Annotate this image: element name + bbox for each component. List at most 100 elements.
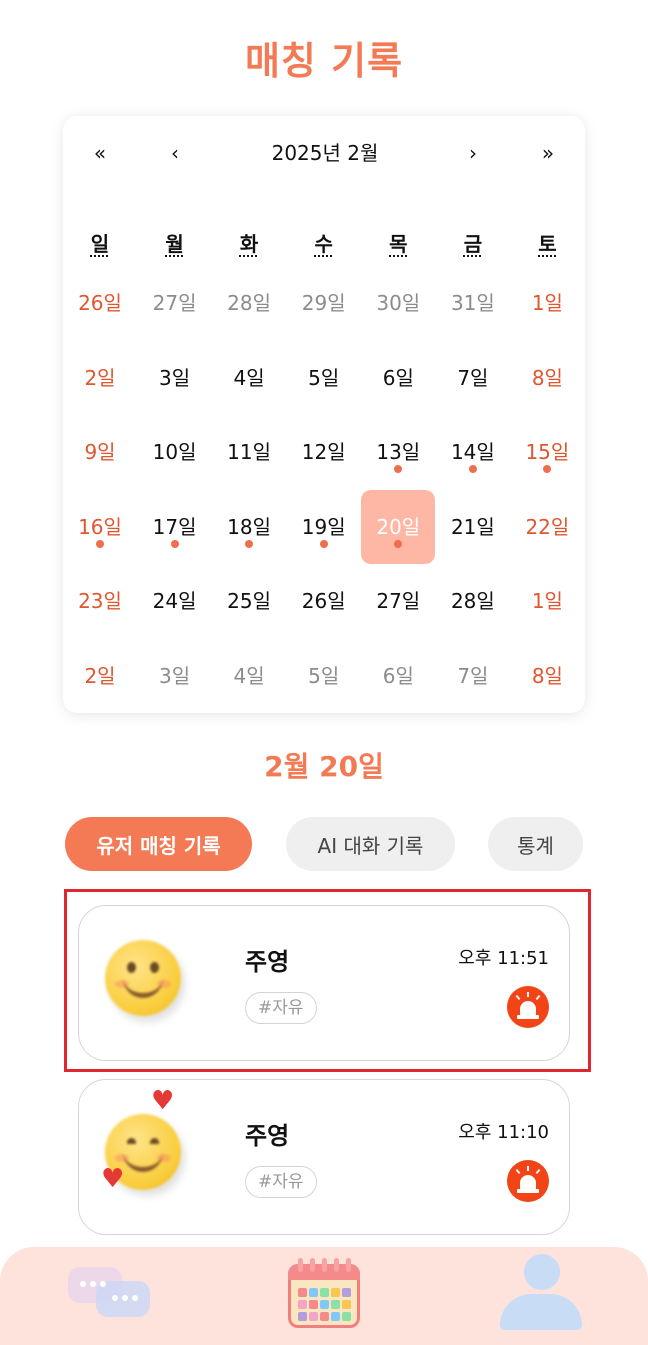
calendar-day[interactable]: 25일 <box>212 564 286 638</box>
calendar-day-label: 7일 <box>457 663 489 688</box>
calendar-day[interactable]: 1일 <box>510 266 584 340</box>
prev-year-button[interactable]: « <box>80 138 120 168</box>
report-siren-icon[interactable] <box>507 1160 549 1202</box>
calendar-day[interactable]: 9일 <box>63 415 137 489</box>
calendar-day-label: 28일 <box>450 589 495 613</box>
calendar-day[interactable]: 28일 <box>436 564 510 638</box>
record-tag: #자유 <box>245 1166 317 1198</box>
tab-ai-chat[interactable]: AI 대화 기록 <box>286 817 455 871</box>
event-dot <box>543 465 552 473</box>
calendar-day-label: 28일 <box>227 291 272 315</box>
calendar-day[interactable]: 19일 <box>287 490 361 564</box>
calendar-day-label: 3일 <box>159 365 191 390</box>
calendar-day[interactable]: 6일 <box>361 639 435 713</box>
calendar-day-label: 17일 <box>152 514 197 539</box>
calendar-day-label: 20일 <box>376 514 421 539</box>
calendar-day[interactable]: 3일 <box>138 639 212 713</box>
chat-bubbles-icon[interactable] <box>68 1267 152 1327</box>
calendar-day-label: 24일 <box>152 589 197 613</box>
record-name: 주영 <box>245 1122 290 1150</box>
calendar-day[interactable]: 3일 <box>138 341 212 415</box>
calendar-day[interactable]: 26일 <box>287 564 361 638</box>
calendar-day[interactable]: 20일 <box>361 489 436 564</box>
calendar-day[interactable]: 29일 <box>287 266 361 340</box>
calendar-day-label: 27일 <box>376 589 421 613</box>
calendar-day[interactable]: 21일 <box>436 490 510 564</box>
calendar-day-label: 8일 <box>531 663 563 688</box>
calendar-day[interactable]: 23일 <box>63 564 137 638</box>
user-profile-icon[interactable] <box>500 1254 582 1330</box>
calendar-day-label: 2일 <box>84 365 116 390</box>
next-month-button[interactable]: › <box>453 138 493 168</box>
calendar-day[interactable]: 18일 <box>212 490 286 564</box>
calendar-day[interactable]: 4일 <box>212 639 286 713</box>
event-dot <box>394 539 403 548</box>
calendar-day-label: 19일 <box>301 514 346 539</box>
calendar-day-label: 10일 <box>152 440 197 464</box>
calendar-day[interactable]: 8일 <box>510 639 584 713</box>
calendar-day[interactable]: 7일 <box>436 639 510 713</box>
tab-user-matching[interactable]: 유저 매칭 기록 <box>65 817 252 871</box>
calendar-icon[interactable] <box>288 1258 360 1328</box>
selected-date-label: 2월 20일 <box>264 750 384 783</box>
calendar-day-label: 31일 <box>450 291 495 315</box>
calendar-day-label: 9일 <box>84 440 116 464</box>
calendar-day[interactable]: 6일 <box>361 341 435 415</box>
calendar-day[interactable]: 1일 <box>510 564 584 638</box>
calendar-day[interactable]: 7일 <box>436 341 510 415</box>
calendar-day-label: 26일 <box>301 589 346 613</box>
calendar-day-label: 1일 <box>531 291 563 315</box>
calendar-day-label: 2일 <box>84 663 116 688</box>
calendar-day[interactable]: 4일 <box>212 341 286 415</box>
calendar-day[interactable]: 10일 <box>138 415 212 489</box>
calendar-day[interactable]: 2일 <box>63 341 137 415</box>
calendar-day-label: 16일 <box>78 514 122 539</box>
calendar-day[interactable]: 8일 <box>510 341 584 415</box>
calendar-day[interactable]: 17일 <box>138 490 212 564</box>
record-time: 오후 11:10 <box>458 1122 549 1143</box>
calendar-day[interactable]: 24일 <box>138 564 212 638</box>
calendar-day-label: 18일 <box>227 514 272 539</box>
weekday-label: 월 <box>165 232 184 256</box>
next-year-button[interactable]: » <box>528 138 568 168</box>
heart-icon: ♥ <box>151 1086 175 1116</box>
calendar-day[interactable]: 2일 <box>63 639 137 713</box>
calendar-day[interactable]: 11일 <box>212 415 286 489</box>
match-record-card[interactable]: ♥ ♥ 주영 오후 11:10 #자유 <box>78 1079 570 1235</box>
calendar-day[interactable]: 13일 <box>361 415 435 489</box>
calendar-day-label: 6일 <box>382 365 414 390</box>
calendar-day-label: 4일 <box>233 365 265 390</box>
weekday-label: 토 <box>538 232 557 256</box>
calendar-day-label: 15일 <box>525 440 570 464</box>
calendar-month-title[interactable]: 2025년 2월 <box>200 138 450 168</box>
calendar-day-label: 1일 <box>531 589 563 613</box>
calendar-day[interactable]: 30일 <box>361 266 435 340</box>
calendar-day[interactable]: 27일 <box>138 266 212 340</box>
calendar-day[interactable]: 5일 <box>287 341 361 415</box>
weekday-label: 수 <box>314 232 333 256</box>
calendar-day-label: 5일 <box>308 365 340 390</box>
calendar-day[interactable]: 5일 <box>287 639 361 713</box>
calendar-day[interactable]: 16일 <box>63 490 137 564</box>
calendar-day[interactable]: 28일 <box>212 266 286 340</box>
tab-stats[interactable]: 통계 <box>488 817 583 871</box>
event-dot <box>468 465 477 473</box>
calendar-day[interactable]: 26일 <box>63 266 137 340</box>
event-dot <box>96 539 104 548</box>
calendar-day[interactable]: 12일 <box>287 415 361 489</box>
calendar-day[interactable]: 22일 <box>510 490 584 564</box>
calendar-day-label: 13일 <box>376 440 421 464</box>
weekday-label: 일 <box>90 232 110 256</box>
calendar-day[interactable]: 15일 <box>510 415 584 489</box>
event-dot <box>170 539 179 548</box>
calendar-day-label: 3일 <box>159 663 191 688</box>
calendar-day-label: 27일 <box>152 291 197 315</box>
calendar-day[interactable]: 31일 <box>436 266 510 340</box>
prev-month-button[interactable]: ‹ <box>155 138 195 168</box>
calendar-day[interactable]: 14일 <box>436 415 510 489</box>
highlight-box <box>64 889 591 1072</box>
page-title: 매칭 기록 <box>244 39 404 83</box>
weekday-label: 화 <box>239 232 259 256</box>
calendar-day[interactable]: 27일 <box>361 564 435 638</box>
event-dot <box>394 465 403 473</box>
